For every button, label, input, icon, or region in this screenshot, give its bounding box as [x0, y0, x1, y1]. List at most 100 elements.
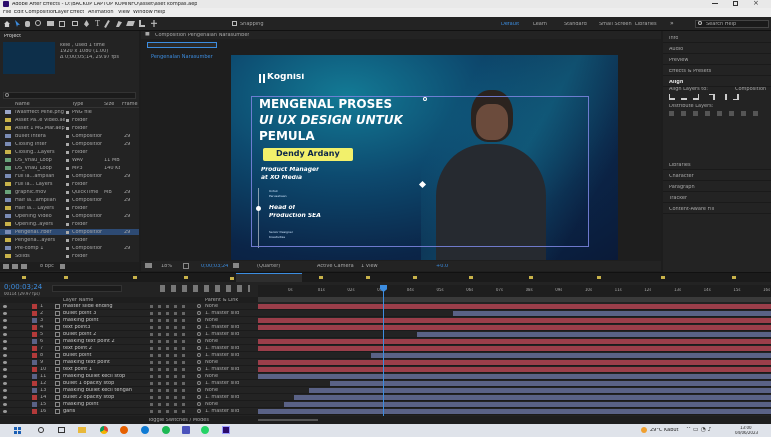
- align-middle-icon[interactable]: [721, 94, 727, 100]
- roto-tool-icon[interactable]: [139, 20, 145, 27]
- project-item[interactable]: Closing Inter Composition 29: [0, 141, 139, 147]
- panel-character[interactable]: Character: [663, 172, 771, 181]
- layer-switches[interactable]: [150, 333, 190, 336]
- chrome-icon[interactable]: [100, 426, 108, 434]
- layer-row[interactable]: 11 masking bullet kecil stop None: [0, 373, 258, 380]
- work-area-bar[interactable]: [258, 297, 771, 302]
- parent-pickwhip-icon[interactable]: [197, 318, 201, 322]
- layer-label-color[interactable]: [32, 409, 37, 414]
- item-label-color[interactable]: [66, 223, 69, 226]
- parent-pickwhip-icon[interactable]: [197, 402, 201, 406]
- menu-effect[interactable]: Effect: [70, 10, 84, 15]
- layer-switches[interactable]: [150, 403, 190, 406]
- layer-row[interactable]: 10 text point 1 1. master slid: [0, 366, 258, 373]
- grid-icon[interactable]: [183, 263, 189, 269]
- layer-duration-bar[interactable]: [258, 374, 771, 379]
- layer-duration-bar[interactable]: [417, 332, 771, 337]
- layer-duration-bar[interactable]: [258, 304, 771, 309]
- visibility-eye-icon[interactable]: [3, 382, 7, 385]
- column-size[interactable]: Size: [104, 102, 114, 107]
- layer-duration-bar[interactable]: [452, 311, 771, 316]
- layer-label-color[interactable]: [32, 346, 37, 351]
- layer-parent[interactable]: 1. master slid: [205, 311, 255, 316]
- panel-effects-presets[interactable]: Effects & Presets: [663, 67, 771, 76]
- snapping-checkbox[interactable]: [232, 21, 237, 26]
- clock-time[interactable]: 13:00: [740, 426, 752, 430]
- parent-pickwhip-icon[interactable]: [197, 325, 201, 329]
- parent-pickwhip-icon[interactable]: [197, 311, 201, 315]
- item-label-color[interactable]: [66, 183, 69, 186]
- layer-duration-bar[interactable]: [258, 360, 771, 365]
- spotify-icon[interactable]: [162, 426, 170, 434]
- align-bottom-icon[interactable]: [733, 94, 739, 100]
- timeline-tab[interactable]: Opening Video 2: [184, 273, 235, 292]
- timeline-tab[interactable]: closing logo: [366, 273, 406, 292]
- camera-dropdown[interactable]: Active Camera: [317, 264, 354, 269]
- pan-behind-tool-icon[interactable]: [59, 21, 65, 27]
- item-label-color[interactable]: [66, 215, 69, 218]
- item-label-color[interactable]: [66, 167, 69, 170]
- zoom-slider[interactable]: [258, 419, 318, 421]
- visibility-eye-icon[interactable]: [3, 305, 7, 308]
- project-item[interactable]: graphic.mov QuickTime MB 29: [0, 189, 139, 195]
- timeline-timecode[interactable]: 0;00:03;24: [4, 284, 42, 291]
- panel-audio[interactable]: Audio: [663, 45, 771, 54]
- timeline-tab[interactable]: Pengenalan Narasumber: [230, 273, 302, 293]
- timeline-tab[interactable]: End Clip Video Materi: [469, 273, 533, 292]
- weather-text[interactable]: 29°C Kabut: [650, 428, 679, 433]
- layer-row[interactable]: 9 masking text point None: [0, 359, 258, 366]
- timeline-tab[interactable]: Clit Bumper Out: [413, 273, 463, 292]
- project-item[interactable]: DS_Vhau_Loop WAV 11 MB: [0, 157, 139, 163]
- layer-parent[interactable]: None: [205, 339, 255, 344]
- new-folder-icon[interactable]: [12, 264, 18, 269]
- layer-switches[interactable]: [150, 347, 190, 350]
- bpc-label[interactable]: 8 bpc: [40, 264, 54, 269]
- visibility-eye-icon[interactable]: [3, 347, 7, 350]
- layer-parent[interactable]: None: [205, 374, 255, 379]
- composition-tab-title[interactable]: Composition Pengenalan Narasumber: [155, 33, 249, 38]
- zoom-level[interactable]: 18%: [161, 264, 172, 269]
- layer-duration-bar[interactable]: [258, 318, 771, 323]
- layer-parent[interactable]: None: [205, 388, 255, 393]
- file-explorer-icon[interactable]: [78, 427, 86, 433]
- camera-tool-icon[interactable]: [47, 21, 54, 26]
- project-item[interactable]: Closing...Layers Folder: [0, 149, 139, 155]
- project-item[interactable]: Opening..ayers Folder: [0, 221, 139, 227]
- timeline-tab[interactable]: Teks Template: [64, 273, 109, 292]
- workspace-libraries[interactable]: Libraries: [635, 22, 657, 27]
- rectangle-tool-icon[interactable]: [72, 21, 78, 26]
- parent-pickwhip-icon[interactable]: [197, 339, 201, 343]
- visibility-eye-icon[interactable]: [3, 361, 7, 364]
- menu-edit[interactable]: Edit: [14, 10, 24, 15]
- menu-window[interactable]: Window: [133, 10, 153, 15]
- layer-duration-bar[interactable]: [258, 339, 771, 344]
- item-label-color[interactable]: [66, 199, 69, 202]
- project-search-field[interactable]: [3, 92, 136, 99]
- layer-label-color[interactable]: [32, 353, 37, 358]
- parent-pickwhip-icon[interactable]: [197, 353, 201, 357]
- visibility-eye-icon[interactable]: [3, 410, 7, 413]
- project-item[interactable]: Half la... Layers Folder: [0, 205, 139, 211]
- layer-parent[interactable]: 1. master slid: [205, 409, 255, 414]
- layer-parent[interactable]: 1. master slid: [205, 381, 255, 386]
- project-panel-title[interactable]: Project: [4, 34, 21, 39]
- layer-duration-bar[interactable]: [370, 353, 771, 358]
- menu-animation[interactable]: Animation: [88, 10, 114, 15]
- timeline-tab[interactable]: Closing Inter: [319, 273, 361, 292]
- layer-bounding-box[interactable]: [251, 96, 589, 247]
- align-center-icon[interactable]: [681, 94, 687, 100]
- align-left-icon[interactable]: [669, 94, 675, 100]
- snapshot-icon[interactable]: [145, 263, 152, 268]
- column-name[interactable]: Name: [15, 102, 30, 107]
- project-item[interactable]: Half la...ampilan Composition 29: [0, 197, 139, 203]
- layer-parent[interactable]: 1. master slid: [205, 367, 255, 372]
- close-icon[interactable]: ×: [753, 0, 759, 7]
- panel-libraries[interactable]: Libraries: [663, 161, 771, 170]
- layer-duration-bar[interactable]: [309, 388, 771, 393]
- layer-row[interactable]: 14 bullet 2 opacity stop 1. master slid: [0, 394, 258, 401]
- edge-icon[interactable]: [141, 426, 149, 434]
- project-item[interactable]: Full la...ampilan Composition 29: [0, 173, 139, 179]
- item-label-color[interactable]: [66, 159, 69, 162]
- project-item[interactable]: Pre-comp 1 Composition 29: [0, 245, 139, 251]
- project-item[interactable]: Pengenai..rber Composition 29: [0, 229, 139, 235]
